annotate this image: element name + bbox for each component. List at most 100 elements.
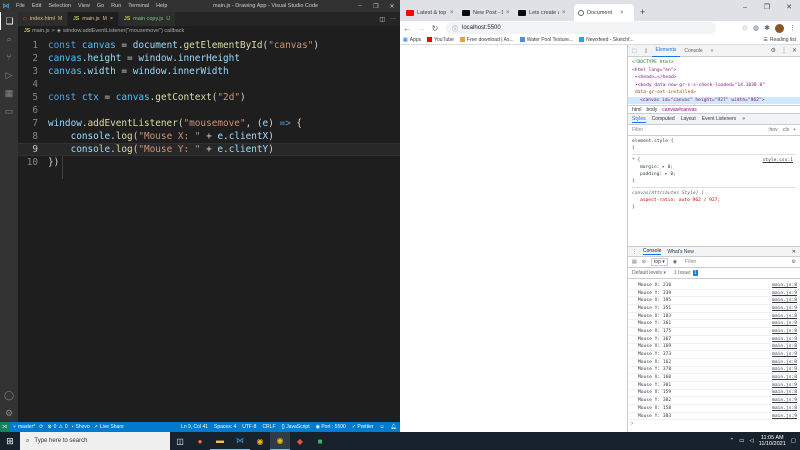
log-source-link[interactable]: main.js:8 [772,329,800,334]
menu-icon[interactable]: ⋮ [789,24,796,32]
vscode-taskbar-icon[interactable]: ⋈ [230,432,250,450]
code-line[interactable]: 7 window.addEventListener("mousemove", (… [18,117,400,130]
add-rule-button[interactable]: + [793,127,796,133]
log-source-link[interactable]: main.js:8 [772,298,800,303]
page-canvas[interactable] [400,45,626,432]
feedback-icon[interactable]: ☺ [380,424,385,430]
tab-main-js[interactable]: JS main.js M × [68,12,120,26]
firefox-icon[interactable]: ● [190,432,210,450]
reload-icon[interactable]: ↻ [428,24,442,33]
code-line[interactable]: 8 console.log("Mouse X: " + e.clientX) [18,130,400,143]
tab-event-listeners[interactable]: Event Listeners [702,116,736,122]
more-actions-icon[interactable]: ··· [390,16,396,22]
info-icon[interactable]: ⓘ [452,24,458,33]
close-icon[interactable]: × [620,10,624,16]
notifications-icon[interactable]: ▢ [791,438,796,444]
volume-icon[interactable]: ◁ [749,438,753,444]
gear-icon[interactable]: ⚙ [771,47,776,54]
log-source-link[interactable]: main.js:9 [772,367,800,372]
menu-selection[interactable]: Selection [48,3,71,9]
prettier-status[interactable]: ✓ Prettier [352,424,374,430]
menu-terminal[interactable]: Terminal [128,3,149,9]
minimize-icon[interactable]: – [352,0,368,12]
code-line[interactable]: 6 [18,104,400,117]
breadcrumb-symbol[interactable]: window.addEventListener("mousemove") cal… [63,28,184,34]
bookmark-free-download[interactable]: Free download | As... [459,37,514,43]
file-explorer-icon[interactable]: ▬ [210,432,230,450]
extension-icon[interactable]: ◍ [753,24,759,32]
style-declaration[interactable]: margin: ▸ 0; [632,164,796,171]
close-icon[interactable]: × [506,10,510,16]
indentation-status[interactable]: Spaces: 4 [214,424,236,430]
log-source-link[interactable]: main.js:8 [772,283,800,288]
star-icon[interactable]: ☆ [742,24,748,32]
dom-node[interactable]: data-gr-ext-installed> [632,89,796,97]
run-debug-icon[interactable]: ▷ [0,66,18,84]
more-icon[interactable]: ⋮ [781,47,787,54]
eol-status[interactable]: CRLF [262,424,275,430]
bookmark-newsfeed[interactable]: Newsfeed - Sketchf... [579,37,634,43]
console-prompt[interactable]: › [628,420,800,428]
styles-filter[interactable]: Filter :hov .cls + [628,125,800,136]
close-icon[interactable]: ✕ [792,249,800,255]
port-status[interactable]: ◉ Port : 5500 [316,424,346,430]
chrome-tab[interactable]: Lets create a scree... × [518,4,568,21]
stylesheet-link[interactable]: style.css:1 [763,157,793,164]
chrome-taskbar-icon[interactable]: ◉ [250,432,270,450]
tab-elements[interactable]: Elements [651,45,681,57]
menu-edit[interactable]: Edit [32,3,41,9]
log-source-link[interactable]: main.js:8 [772,344,800,349]
log-source-link[interactable]: main.js:8 [772,375,800,380]
code-line[interactable]: 3 canvas.width = window.innerWidth [18,65,400,78]
chrome-tab[interactable]: Latest & top vi... × [406,4,456,21]
source-control-icon[interactable]: ⑂ [0,48,18,66]
log-source-link[interactable]: main.js:9 [772,383,800,388]
back-icon[interactable]: ← [400,24,414,33]
sidebar-toggle-icon[interactable]: ▤ [632,259,637,265]
hov-button[interactable]: :hov [768,127,777,133]
dom-node[interactable]: <html lang="en"> [632,67,796,75]
log-source-link[interactable]: main.js:9 [772,352,800,357]
clock[interactable]: 11:05 AM 11/10/2021 [759,435,786,448]
drawer-menu-icon[interactable]: ⋮ [632,249,637,255]
close-icon[interactable]: ✕ [384,0,400,12]
forward-icon[interactable]: → [414,24,428,33]
chrome-tab[interactable]: New Post - DEV Co... × [462,4,512,21]
menu-run[interactable]: Run [111,3,121,9]
console-settings-icon[interactable]: ⚙ [792,259,800,265]
tab-index-html[interactable]: ◇ index.html M [18,12,69,26]
extensions-icon[interactable]: ▦ [0,84,18,102]
log-source-link[interactable]: main.js:9 [772,321,800,326]
tab-console[interactable]: Console [680,45,706,57]
account-icon[interactable]: ◯ [0,386,18,404]
split-editor-icon[interactable]: ◫ [379,16,385,23]
close-icon[interactable]: × [110,16,113,22]
taskbar-search-input[interactable]: ⌕ Type here to search [20,432,170,450]
chrome-tab-active[interactable]: Document × [574,4,634,21]
cls-button[interactable]: .cls [782,127,790,133]
remote-explorer-icon[interactable]: ▭ [0,102,18,120]
log-source-link[interactable]: main.js:9 [772,306,800,311]
maximize-icon[interactable]: ❐ [368,0,384,12]
tab-main-copy-js[interactable]: JS main copy.js U [119,12,176,26]
code-line[interactable]: 2 canvas.height = window.innerHeight [18,52,400,65]
git-icon[interactable]: ◆ [290,432,310,450]
dom-node[interactable]: <!DOCTYPE html> [632,59,796,67]
bookmark-youtube[interactable]: YouTube [427,37,454,43]
maximize-icon[interactable]: ❐ [756,0,778,14]
log-source-link[interactable]: main.js:8 [772,406,800,411]
sync-icon[interactable]: ⟳ [39,424,43,430]
code-editor[interactable]: 1 const canvas = document.getElementById… [18,36,400,422]
windows-start-icon[interactable]: ⊞ [0,432,20,450]
menu-go[interactable]: Go [97,3,104,9]
more-tabs-icon[interactable]: » [742,116,745,122]
language-status[interactable]: {} JavaScript [282,424,310,430]
minimize-icon[interactable]: – [734,0,756,14]
clear-console-icon[interactable]: ⊘ [642,259,646,265]
gear-icon[interactable]: ⚙ [0,404,18,422]
dom-node-selected[interactable]: <canvas id="canvas" height="927" width="… [628,96,800,104]
task-view-icon[interactable]: ◫ [170,432,190,450]
device-icon[interactable]: ▯ [641,45,652,57]
crumb-body[interactable]: body [646,107,657,113]
code-line[interactable]: 10 }) [18,156,400,169]
